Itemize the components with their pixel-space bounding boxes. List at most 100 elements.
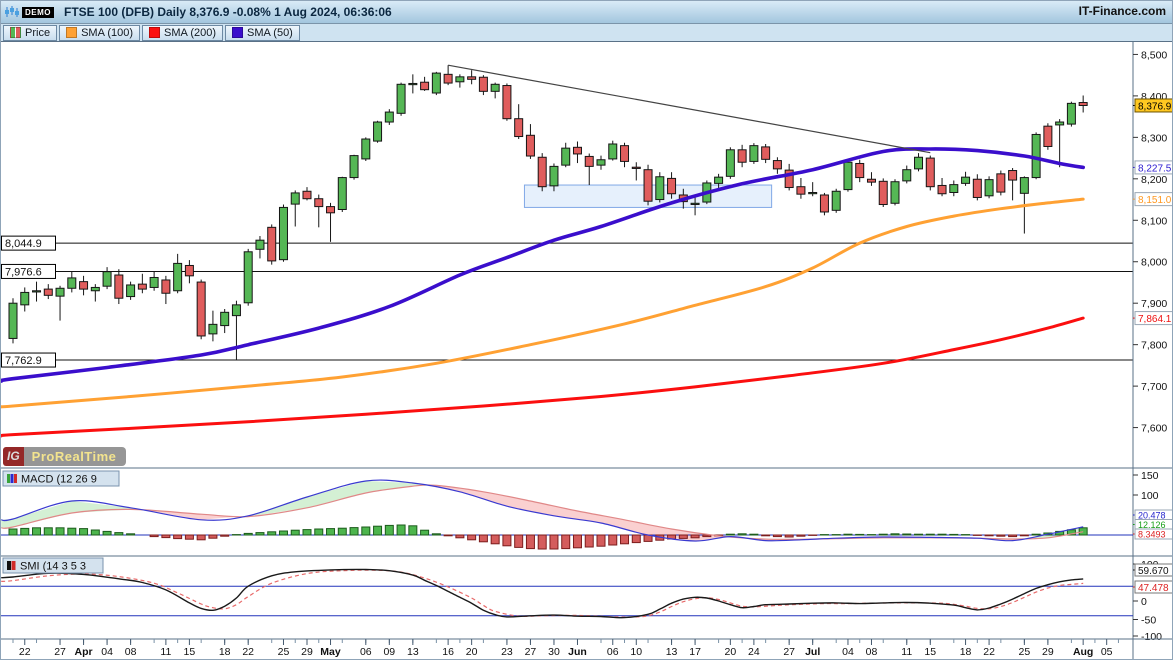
macd-histogram-bar (209, 535, 217, 538)
smi-indicator-tab[interactable]: SMI (14 3 5 3 (3, 558, 103, 573)
site-link[interactable]: IT-Finance.com (1079, 4, 1166, 18)
candle[interactable] (985, 176, 993, 198)
date-label: 04 (842, 646, 854, 658)
macd-tick-label: 100 (1141, 490, 1159, 502)
legend-tab-sma-50[interactable]: SMA (50) (225, 25, 300, 41)
candle[interactable] (997, 171, 1005, 196)
candle[interactable] (891, 179, 899, 205)
macd-histogram-bar (562, 535, 570, 549)
candle[interactable] (9, 298, 17, 343)
macd-histogram-bar (632, 535, 640, 543)
candle[interactable] (397, 83, 405, 116)
candle[interactable] (1032, 132, 1040, 179)
candle[interactable] (609, 141, 617, 161)
date-label: Aug (1073, 646, 1093, 658)
macd-histogram-bar (785, 535, 793, 537)
macd-histogram-bar (750, 534, 758, 535)
candle[interactable] (197, 280, 205, 340)
candle-body (315, 199, 323, 207)
level-price-label: 7,762.9 (2, 353, 56, 367)
candle[interactable] (503, 83, 511, 120)
candle-body (138, 284, 146, 289)
candle[interactable] (844, 161, 852, 192)
candle[interactable] (644, 165, 652, 206)
date-label: 06 (607, 646, 619, 658)
candle[interactable] (350, 155, 358, 180)
candle[interactable] (268, 224, 276, 264)
candle[interactable] (1067, 102, 1075, 127)
macd-histogram-bar (938, 534, 946, 535)
candle[interactable] (432, 72, 440, 95)
macd-histogram-bar (468, 535, 476, 540)
chart-canvas[interactable]: 8,044.97,976.67,762.98,5008,4008,3008,20… (1, 42, 1173, 660)
candle[interactable] (750, 143, 758, 164)
candle-body (915, 157, 923, 169)
macd-histogram-bar (397, 525, 405, 535)
candle[interactable] (656, 172, 664, 202)
candle-body (985, 180, 993, 196)
macd-histogram-bar (432, 534, 440, 535)
demo-badge: DEMO (22, 7, 54, 18)
candle[interactable] (832, 189, 840, 213)
candle[interactable] (879, 178, 887, 207)
sma-swatch-icon (66, 27, 77, 38)
candle-body (503, 86, 511, 119)
macd-histogram-bar (279, 531, 287, 535)
level-label-text: 7,976.6 (5, 266, 42, 278)
candle-body (1056, 122, 1064, 125)
macd-tab-label: MACD (12 26 9 (21, 474, 97, 486)
macd-histogram-bar (844, 534, 852, 535)
candle[interactable] (279, 205, 287, 262)
macd-indicator-tab[interactable]: MACD (12 26 9 (3, 471, 119, 486)
candle[interactable] (726, 147, 734, 179)
macd-histogram-bar (773, 535, 781, 537)
price-tick-label: 8,300 (1141, 132, 1167, 144)
candle-body (221, 312, 229, 325)
candle[interactable] (338, 177, 346, 212)
candle-body (303, 191, 311, 198)
macd-tick-label: 150 (1141, 470, 1159, 482)
candle-body (997, 174, 1005, 192)
macd-value-label: 20.478 (1133, 510, 1173, 521)
sma200-value-label-text: 7,864.1 (1138, 314, 1172, 325)
macd-histogram-bar (691, 535, 699, 538)
candle-body (232, 305, 240, 316)
candle[interactable] (538, 153, 546, 191)
candle-body (432, 73, 440, 93)
date-label: Jun (568, 646, 587, 658)
smi-tick-label: -50 (1141, 615, 1156, 627)
smi-value-text: 59.670 (1138, 566, 1169, 577)
candle[interactable] (244, 249, 252, 306)
macd-histogram-bar (997, 535, 1005, 536)
candle-body (397, 84, 405, 113)
candle-body (597, 160, 605, 165)
macd-histogram-bar (103, 531, 111, 535)
candle[interactable] (820, 193, 828, 215)
smi-value-label: 59.670 (1133, 564, 1173, 577)
legend-tab-sma-200[interactable]: SMA (200) (142, 25, 223, 41)
macd-histogram-bar (162, 535, 170, 538)
legend-tab-sma-100[interactable]: SMA (100) (59, 25, 140, 41)
candle[interactable] (1044, 123, 1052, 150)
sma50-value-label-text: 8,227.5 (1138, 163, 1172, 174)
macd-histogram-bar (738, 534, 746, 535)
candle[interactable] (926, 156, 934, 191)
price-tick-label: 8,100 (1141, 215, 1167, 227)
legend-tab-price[interactable]: Price (3, 25, 57, 41)
date-label: 13 (666, 646, 678, 658)
macd-histogram-bar (1020, 535, 1028, 536)
macd-histogram-bar (150, 535, 158, 537)
candle-body (962, 177, 970, 183)
candle[interactable] (362, 137, 370, 161)
macd-histogram-bar (115, 533, 123, 535)
candle[interactable] (374, 121, 382, 143)
macd-value-label: 8.3493 (1133, 529, 1173, 540)
candle-body (1067, 103, 1075, 124)
candle-body (21, 292, 29, 304)
candle-body (68, 278, 76, 288)
macd-histogram-bar (1079, 528, 1087, 535)
sma200-value-label: 7,864.1 (1133, 312, 1173, 326)
candle-body (291, 193, 299, 204)
macd-histogram-bar (903, 534, 911, 535)
candle-body (809, 192, 817, 193)
